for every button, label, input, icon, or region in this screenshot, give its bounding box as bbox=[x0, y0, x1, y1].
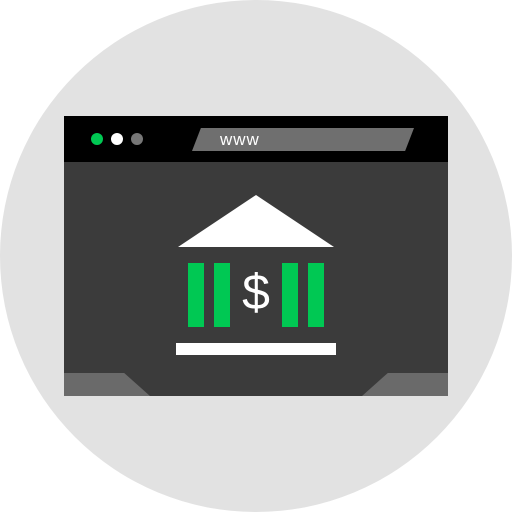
bank-column-right-inner bbox=[282, 263, 298, 327]
bank-base bbox=[176, 343, 336, 355]
bank-roof bbox=[178, 195, 334, 247]
browser-titlebar: www bbox=[64, 116, 448, 162]
bank-column-right-outer bbox=[308, 263, 324, 327]
bank-column-left-inner bbox=[214, 263, 230, 327]
window-control-white-icon bbox=[111, 133, 123, 145]
illustration-canvas: www $ bbox=[0, 0, 512, 512]
dollar-sign-icon: $ bbox=[242, 264, 270, 320]
bottom-right-tab bbox=[362, 373, 448, 396]
bottom-left-tab bbox=[64, 373, 150, 396]
window-control-green-icon bbox=[91, 133, 103, 145]
address-bar-text: www bbox=[220, 130, 260, 149]
bank-column-left-outer bbox=[188, 263, 204, 327]
bank-icon: $ bbox=[176, 195, 336, 355]
window-control-gray-icon bbox=[131, 133, 143, 145]
